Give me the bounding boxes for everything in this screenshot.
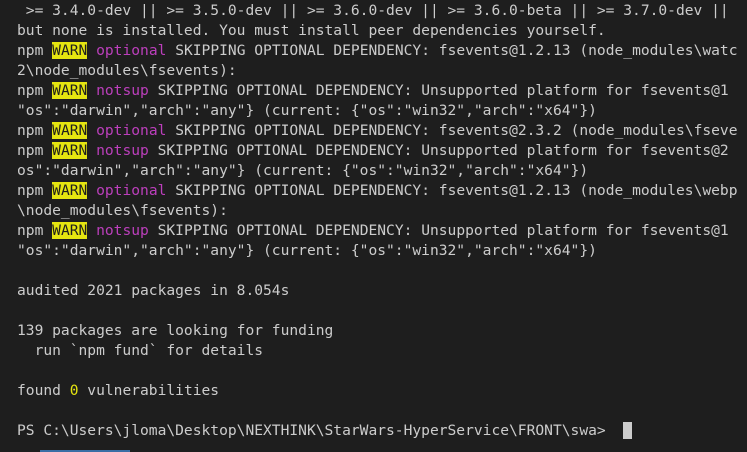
warn-badge: WARN bbox=[52, 82, 88, 99]
terminal-line: found 0 vulnerabilities bbox=[17, 381, 747, 401]
log-text: but none is installed. You must install … bbox=[17, 22, 606, 39]
log-text: >= 3.4.0-dev || >= 3.5.0-dev || >= 3.6.0… bbox=[17, 2, 738, 19]
terminal-line: npm WARN optional SKIPPING OPTIONAL DEPE… bbox=[17, 181, 747, 201]
terminal-line: >= 3.4.0-dev || >= 3.5.0-dev || >= 3.6.0… bbox=[17, 1, 747, 21]
terminal-line: 2\node_modules\fsevents): bbox=[17, 61, 747, 81]
log-text: PS C:\Users\jloma\Desktop\NEXTHINK\StarW… bbox=[17, 422, 615, 439]
log-text: SKIPPING OPTIONAL DEPENDENCY: Unsupporte… bbox=[148, 222, 729, 239]
terminal-line: 139 packages are looking for funding bbox=[17, 321, 747, 341]
terminal-line: npm WARN optional SKIPPING OPTIONAL DEPE… bbox=[17, 41, 747, 61]
log-text: npm bbox=[17, 222, 53, 239]
log-text: "os":"darwin","arch":"any"} (current: {"… bbox=[17, 242, 597, 259]
terminal-line: npm WARN notsup SKIPPING OPTIONAL DEPEND… bbox=[17, 81, 747, 101]
log-token: 0 bbox=[69, 382, 79, 399]
log-token: notsup bbox=[96, 222, 149, 239]
warn-badge: WARN bbox=[52, 42, 88, 59]
terminal-panel[interactable]: >= 3.4.0-dev || >= 3.5.0-dev || >= 3.6.0… bbox=[0, 0, 747, 452]
terminal-line: run `npm fund` for details bbox=[17, 341, 747, 361]
log-text: 139 packages are looking for funding bbox=[17, 322, 334, 339]
log-token: optional bbox=[96, 42, 167, 59]
log-text: npm bbox=[17, 42, 53, 59]
terminal-line: npm WARN optional SKIPPING OPTIONAL DEPE… bbox=[17, 121, 747, 141]
terminal-line: npm WARN notsup SKIPPING OPTIONAL DEPEND… bbox=[17, 141, 747, 161]
terminal-line: "os":"darwin","arch":"any"} (current: {"… bbox=[17, 241, 747, 261]
terminal-line: "os":"darwin","arch":"any"} (current: {"… bbox=[17, 101, 747, 121]
log-text: SKIPPING OPTIONAL DEPENDENCY: fsevents@1… bbox=[166, 42, 738, 59]
terminal-line: audited 2021 packages in 8.054s bbox=[17, 281, 747, 301]
log-text: npm bbox=[17, 142, 53, 159]
terminal-line: os":"darwin","arch":"any"} (current: {"o… bbox=[17, 161, 747, 181]
log-text: SKIPPING OPTIONAL DEPENDENCY: Unsupporte… bbox=[148, 142, 729, 159]
log-token: notsup bbox=[96, 142, 149, 159]
terminal-line: but none is installed. You must install … bbox=[17, 21, 747, 41]
log-text: audited 2021 packages in 8.054s bbox=[17, 282, 290, 299]
log-text: SKIPPING OPTIONAL DEPENDENCY: fsevents@1… bbox=[166, 182, 738, 199]
terminal-line: npm WARN notsup SKIPPING OPTIONAL DEPEND… bbox=[17, 221, 747, 241]
log-text: run `npm fund` for details bbox=[17, 342, 264, 359]
log-text: SKIPPING OPTIONAL DEPENDENCY: fsevents@2… bbox=[166, 122, 738, 139]
log-text: npm bbox=[17, 82, 53, 99]
log-text: 2\node_modules\fsevents): bbox=[17, 62, 237, 79]
log-text: os":"darwin","arch":"any"} (current: {"o… bbox=[17, 162, 589, 179]
warn-badge: WARN bbox=[52, 182, 88, 199]
log-text: SKIPPING OPTIONAL DEPENDENCY: Unsupporte… bbox=[148, 82, 729, 99]
log-text: found bbox=[17, 382, 70, 399]
terminal-output: >= 3.4.0-dev || >= 3.5.0-dev || >= 3.6.0… bbox=[17, 1, 747, 441]
log-text: "os":"darwin","arch":"any"} (current: {"… bbox=[17, 102, 597, 119]
log-text: \node_modules\fsevents): bbox=[17, 202, 228, 219]
warn-badge: WARN bbox=[52, 122, 88, 139]
prompt-line[interactable]: PS C:\Users\jloma\Desktop\NEXTHINK\StarW… bbox=[17, 421, 747, 441]
log-token: optional bbox=[96, 182, 167, 199]
log-token: notsup bbox=[96, 82, 149, 99]
log-text: npm bbox=[17, 182, 53, 199]
warn-badge: WARN bbox=[52, 222, 88, 239]
terminal-line: \node_modules\fsevents): bbox=[17, 201, 747, 221]
log-token: optional bbox=[96, 122, 167, 139]
text-cursor bbox=[623, 421, 633, 439]
warn-badge: WARN bbox=[52, 142, 88, 159]
log-text: npm bbox=[17, 122, 53, 139]
log-text: vulnerabilities bbox=[78, 382, 220, 399]
